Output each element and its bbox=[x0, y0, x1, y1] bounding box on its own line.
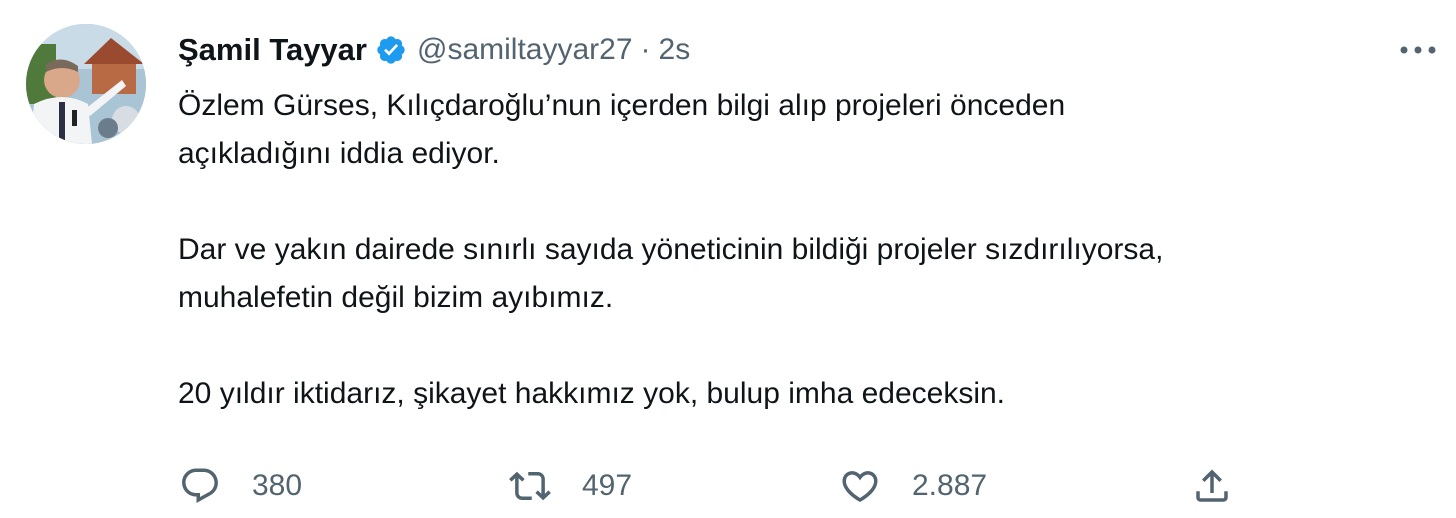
tweet-paragraph: Dar ve yakın dairede sınırlı sayıda yöne… bbox=[178, 233, 1164, 314]
verified-badge-icon bbox=[375, 34, 407, 66]
retweet-count: 497 bbox=[582, 469, 633, 502]
retweet-button[interactable]: 497 bbox=[508, 460, 632, 512]
tweet-paragraph: Özlem Gürses, Kılıçdaroğlu’nun içerden b… bbox=[178, 89, 1066, 170]
like-count: 2.887 bbox=[912, 469, 988, 502]
user-handle[interactable]: @samiltayyar27 bbox=[417, 33, 633, 67]
more-options-button[interactable] bbox=[1396, 36, 1440, 64]
reply-count: 380 bbox=[252, 469, 303, 502]
like-button[interactable]: 2.887 bbox=[838, 460, 987, 512]
avatar-photo bbox=[26, 24, 146, 144]
avatar[interactable] bbox=[26, 24, 146, 144]
reply-button[interactable]: 380 bbox=[178, 460, 302, 512]
tweet-header: Şamil Tayyar @samiltayyar27 · 2s bbox=[178, 28, 690, 72]
tweet-text: Özlem Gürses, Kılıçdaroğlu’nun içerden b… bbox=[178, 82, 1428, 418]
tweet-card[interactable]: Şamil Tayyar @samiltayyar27 · 2s Özlem G… bbox=[0, 0, 1456, 518]
separator-dot: · bbox=[640, 33, 651, 66]
tweet-paragraph: 20 yıldır iktidarız, şikayet hakkımız yo… bbox=[178, 377, 1006, 410]
reply-bubble-icon bbox=[178, 464, 222, 508]
tweet-actions: 380 497 2.887 bbox=[0, 460, 1456, 512]
retweet-arrows-icon bbox=[508, 464, 552, 508]
timestamp[interactable]: 2s bbox=[659, 33, 691, 67]
share-upload-icon bbox=[1190, 464, 1234, 508]
heart-icon bbox=[838, 464, 882, 508]
more-dots-icon bbox=[1400, 46, 1436, 54]
share-button[interactable] bbox=[1190, 460, 1234, 512]
display-name[interactable]: Şamil Tayyar bbox=[178, 32, 367, 68]
